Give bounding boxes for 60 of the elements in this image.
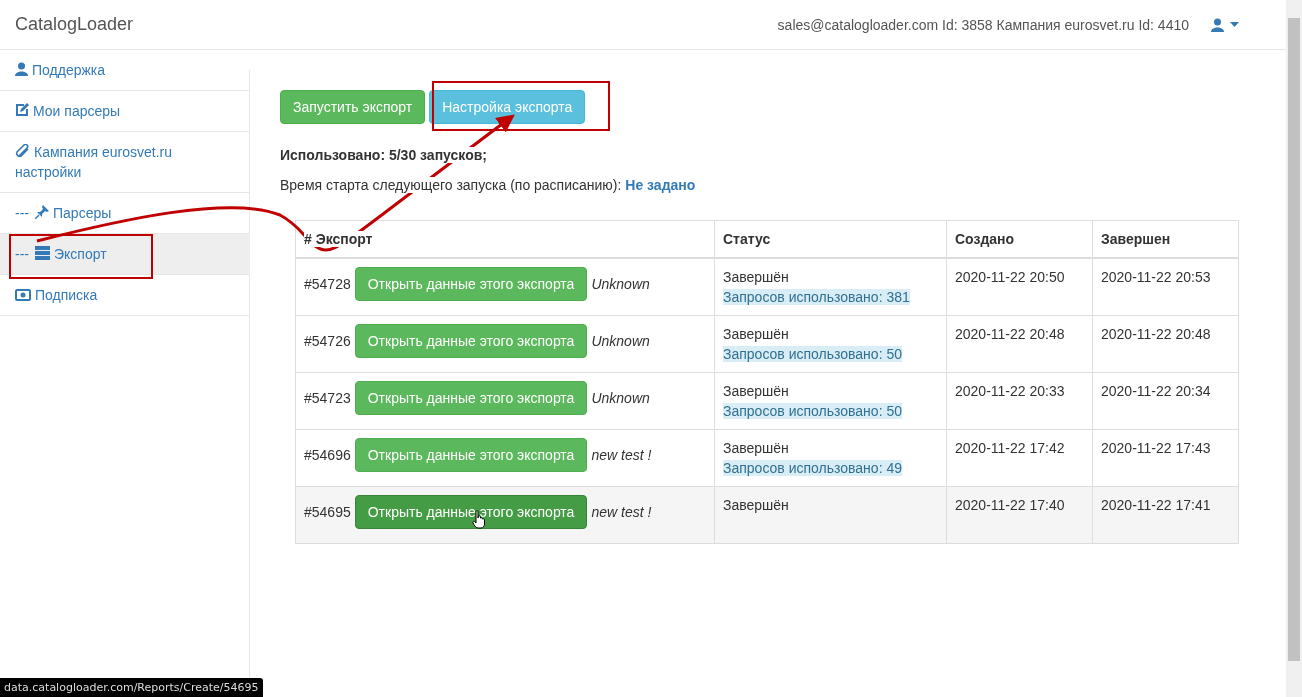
table-cell: 2020-11-22 17:40 [946, 486, 1093, 544]
open-export-button[interactable]: Открыть данные этого экспорта [354, 438, 588, 472]
edit-icon [15, 103, 29, 117]
table-cell: 2020-11-22 20:53 [1092, 258, 1239, 316]
export-name: Unknown [591, 333, 650, 349]
requests-used-label: Запросов использовано: 381 [723, 289, 910, 305]
export-name: Unknown [591, 276, 650, 292]
column-header: Завершен [1101, 231, 1171, 247]
status-text: Завершён [723, 382, 790, 401]
pushpin-icon [35, 205, 49, 219]
export-id: #54723 [304, 390, 351, 406]
export-name: new test ! [591, 504, 652, 520]
sidebar-item[interactable]: Поддержка [0, 50, 250, 91]
status-url: data.catalogloader.com/Reports/Create/54695 [4, 681, 259, 694]
table-cell: 2020-11-22 17:43 [1092, 429, 1239, 487]
export-name: Unknown [591, 390, 650, 406]
status-text: Завершён [723, 268, 790, 287]
export-name: new test ! [591, 447, 652, 463]
requests-used-label: Запросов использовано: 49 [723, 460, 902, 476]
usage-text: Использовано: 5/30 запусков; [280, 147, 487, 163]
open-export-button[interactable]: Открыть данные этого экспорта [354, 267, 588, 301]
table-cell: 2020-11-22 20:48 [1092, 315, 1239, 373]
action-button[interactable]: Настройка экспорта [429, 90, 586, 124]
sidebar-item[interactable]: --- Экспорт [0, 234, 250, 275]
requests-used-label: Запросов использовано: 50 [723, 403, 902, 419]
sidebar-item[interactable]: Мои парсеры [0, 91, 250, 132]
action-button[interactable]: Запустить экспорт [280, 90, 426, 124]
server-stack-icon [35, 246, 50, 260]
export-id: #54696 [304, 447, 351, 463]
column-header: # Экспорт [304, 231, 373, 247]
banknote-icon [15, 289, 31, 301]
column-header: Статус [723, 231, 771, 247]
schedule-label: Время старта следующего запуска (по расписанию): [280, 177, 622, 193]
user-icon [1211, 17, 1224, 32]
requests-used-label: Запросов использовано: 50 [723, 346, 902, 362]
status-text: Завершён [723, 496, 790, 515]
open-export-button[interactable]: Открыть данные этого экспорта [354, 324, 588, 358]
account-info: sales@catalogloader.com Id: 3858 Кампания eurosvet.ru Id: 4410 [777, 16, 1189, 33]
table-cell: 2020-11-22 17:41 [1092, 486, 1239, 544]
open-export-button[interactable]: Открыть данные этого экспорта [354, 495, 588, 529]
brand-logo[interactable]: CatalogLoader [15, 14, 134, 35]
status-text: Завершён [723, 325, 790, 344]
user-icon [15, 62, 28, 76]
status-text: Завершён [723, 439, 790, 458]
sidebar-item[interactable]: Кампания eurosvet.ru настройки [0, 132, 250, 193]
column-header: Создано [955, 231, 1015, 247]
table-cell: 2020-11-22 20:33 [946, 372, 1093, 430]
paperclip-icon [15, 144, 30, 158]
open-export-button[interactable]: Открыть данные этого экспорта [354, 381, 588, 415]
table-cell: 2020-11-22 17:42 [946, 429, 1093, 487]
export-id: #54695 [304, 504, 351, 520]
export-id: #54728 [304, 276, 351, 292]
table-cell: 2020-11-22 20:48 [946, 315, 1093, 373]
sidebar-item[interactable]: Подписка [0, 275, 250, 316]
table-cell: 2020-11-22 20:34 [1092, 372, 1239, 430]
caret-icon [1230, 22, 1239, 27]
schedule-value[interactable]: Не задано [625, 177, 696, 193]
export-id: #54726 [304, 333, 351, 349]
scrollbar[interactable] [1288, 18, 1300, 661]
table-cell: 2020-11-22 20:50 [946, 258, 1093, 316]
